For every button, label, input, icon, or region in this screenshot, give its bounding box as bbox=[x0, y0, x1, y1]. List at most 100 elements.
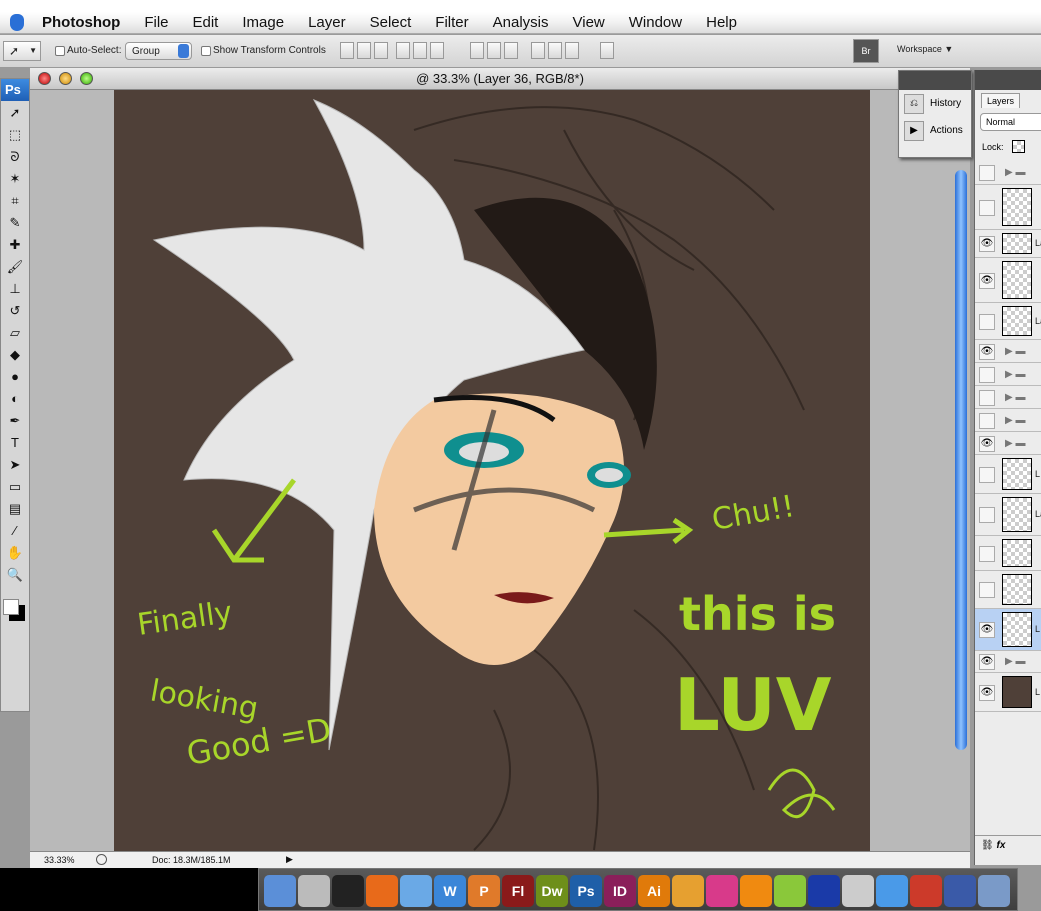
vertical-scrollbar[interactable] bbox=[955, 170, 967, 750]
eye-icon[interactable]: 👁 bbox=[979, 236, 995, 252]
layer-row[interactable]: L bbox=[975, 455, 1041, 494]
fx-icon[interactable]: fx bbox=[996, 840, 1005, 851]
layer-row[interactable]: La bbox=[975, 303, 1041, 340]
eye-icon[interactable]: 👁 bbox=[979, 272, 995, 289]
lasso-tool-icon[interactable]: ᘐ bbox=[4, 147, 26, 167]
apple-menu-icon[interactable] bbox=[10, 14, 24, 31]
align-button[interactable] bbox=[470, 42, 484, 59]
show-transform-checkbox[interactable] bbox=[201, 46, 211, 56]
brush-tool-icon[interactable]: 🖌 bbox=[4, 257, 26, 277]
burn-tool-icon[interactable]: ◐ bbox=[4, 389, 26, 409]
layer-group-row[interactable]: ▶ ▬ bbox=[975, 409, 1041, 432]
type-tool-icon[interactable]: T bbox=[4, 433, 26, 453]
align-button[interactable] bbox=[430, 42, 444, 59]
layer-row[interactable]: 👁 bbox=[975, 258, 1041, 303]
visibility-toggle[interactable] bbox=[979, 412, 995, 429]
align-button[interactable] bbox=[600, 42, 614, 59]
menu-analysis[interactable]: Analysis bbox=[493, 14, 549, 31]
align-button[interactable] bbox=[487, 42, 501, 59]
visibility-toggle[interactable] bbox=[979, 545, 995, 562]
layer-row[interactable]: 👁 L bbox=[975, 673, 1041, 712]
flash-dock-icon[interactable]: Fl bbox=[502, 875, 534, 907]
magic-wand-tool-icon[interactable]: ✶ bbox=[4, 169, 26, 189]
visibility-toggle[interactable] bbox=[979, 507, 995, 523]
menu-app[interactable]: Photoshop bbox=[42, 14, 120, 31]
tool-preset-picker[interactable]: ➚ ▼ bbox=[3, 41, 41, 61]
limewire-dock-icon[interactable] bbox=[774, 875, 806, 907]
history-brush-tool-icon[interactable]: ↺ bbox=[4, 301, 26, 321]
eye-icon[interactable]: 👁 bbox=[979, 622, 995, 638]
firefox-dock-icon[interactable] bbox=[366, 875, 398, 907]
illustrator-dock-icon[interactable]: Ai bbox=[638, 875, 670, 907]
align-button[interactable] bbox=[531, 42, 545, 59]
zoom-icon[interactable] bbox=[80, 72, 93, 85]
shape-tool-icon[interactable]: ▭ bbox=[4, 477, 26, 497]
crop-tool-icon[interactable]: ⌗ bbox=[4, 191, 26, 211]
visibility-toggle[interactable] bbox=[979, 164, 995, 181]
notes-tool-icon[interactable]: ▤ bbox=[4, 499, 26, 519]
menu-help[interactable]: Help bbox=[706, 14, 737, 31]
folder-icon[interactable]: ▶ ▬ bbox=[1005, 392, 1025, 403]
workspace-button[interactable]: Workspace ▼ bbox=[897, 44, 953, 54]
eraser-tool-icon[interactable]: ▱ bbox=[4, 323, 26, 343]
menu-filter[interactable]: Filter bbox=[435, 14, 468, 31]
move-tool-icon[interactable]: ➚ bbox=[4, 103, 26, 123]
menu-select[interactable]: Select bbox=[370, 14, 412, 31]
layer-row[interactable]: La bbox=[975, 494, 1041, 536]
folder-icon[interactable]: ▶ ▬ bbox=[1005, 369, 1025, 380]
folder-icon[interactable]: ▶ ▬ bbox=[1005, 656, 1025, 667]
bridge-button[interactable]: Br bbox=[853, 39, 879, 63]
menu-file[interactable]: File bbox=[144, 14, 168, 31]
dreamweaver-dock-icon[interactable]: Dw bbox=[536, 875, 568, 907]
eye-icon[interactable]: 👁 bbox=[979, 654, 995, 670]
flower-dock-icon[interactable] bbox=[706, 875, 738, 907]
auto-select-checkbox[interactable] bbox=[55, 46, 65, 56]
layer-group-row[interactable]: ▶ ▬ bbox=[975, 363, 1041, 386]
layer-row[interactable] bbox=[975, 536, 1041, 571]
preview-dock-icon[interactable] bbox=[978, 875, 1010, 907]
lock-transparency-icon[interactable] bbox=[1012, 140, 1025, 153]
close-icon[interactable] bbox=[38, 72, 51, 85]
align-button[interactable] bbox=[565, 42, 579, 59]
align-button[interactable] bbox=[504, 42, 518, 59]
rocket-dock-icon[interactable] bbox=[910, 875, 942, 907]
eyedropper-tool-icon[interactable]: ⁄ bbox=[4, 521, 26, 541]
align-button[interactable] bbox=[340, 42, 354, 59]
dodge-tool-icon[interactable]: ● bbox=[4, 367, 26, 387]
menu-edit[interactable]: Edit bbox=[193, 14, 219, 31]
status-menu-arrow-icon[interactable]: ▶ bbox=[286, 854, 293, 865]
brush-dock-icon[interactable] bbox=[944, 875, 976, 907]
color-swatches[interactable] bbox=[1, 591, 29, 631]
paint-bucket-tool-icon[interactable]: ◆ bbox=[4, 345, 26, 365]
menu-image[interactable]: Image bbox=[242, 14, 284, 31]
powerpoint-dock-icon[interactable]: P bbox=[468, 875, 500, 907]
vlc-dock-icon[interactable] bbox=[740, 875, 772, 907]
visibility-toggle[interactable] bbox=[979, 366, 995, 383]
tab-layers[interactable]: Layers bbox=[981, 93, 1021, 108]
link-layers-icon[interactable]: ⛓ bbox=[981, 840, 994, 851]
marquee-tool-icon[interactable]: ⬚ bbox=[4, 125, 26, 145]
hand-tool-icon[interactable]: ✋ bbox=[4, 543, 26, 563]
zoom-tool-icon[interactable]: 🔍 bbox=[4, 565, 26, 585]
healing-tool-icon[interactable]: ✚ bbox=[4, 235, 26, 255]
blend-mode-dropdown[interactable]: Normal bbox=[980, 113, 1041, 131]
layer-row[interactable] bbox=[975, 571, 1041, 609]
layer-group-row[interactable]: 👁 ▶ ▬ bbox=[975, 432, 1041, 455]
menu-view[interactable]: View bbox=[573, 14, 605, 31]
folder-icon[interactable]: ▶ ▬ bbox=[1005, 167, 1025, 178]
layer-row[interactable]: 👁 Lay bbox=[975, 230, 1041, 258]
menu-window[interactable]: Window bbox=[629, 14, 682, 31]
layer-row[interactable] bbox=[975, 185, 1041, 230]
visibility-toggle[interactable] bbox=[979, 389, 995, 406]
visibility-toggle[interactable] bbox=[979, 582, 995, 598]
layer-group-row[interactable]: ▶ ▬ bbox=[975, 160, 1041, 185]
frog-dock-icon[interactable] bbox=[808, 875, 840, 907]
align-button[interactable] bbox=[374, 42, 388, 59]
indesign-dock-icon[interactable]: ID bbox=[604, 875, 636, 907]
layer-row[interactable]: 👁 L bbox=[975, 609, 1041, 651]
eye-icon[interactable]: 👁 bbox=[979, 343, 995, 360]
stamp-tool-icon[interactable]: ⊥ bbox=[4, 279, 26, 299]
pen-tool-icon[interactable]: ✒ bbox=[4, 411, 26, 431]
auto-select-dropdown[interactable]: Group bbox=[125, 42, 192, 60]
dashboard-dock-icon[interactable] bbox=[332, 875, 364, 907]
